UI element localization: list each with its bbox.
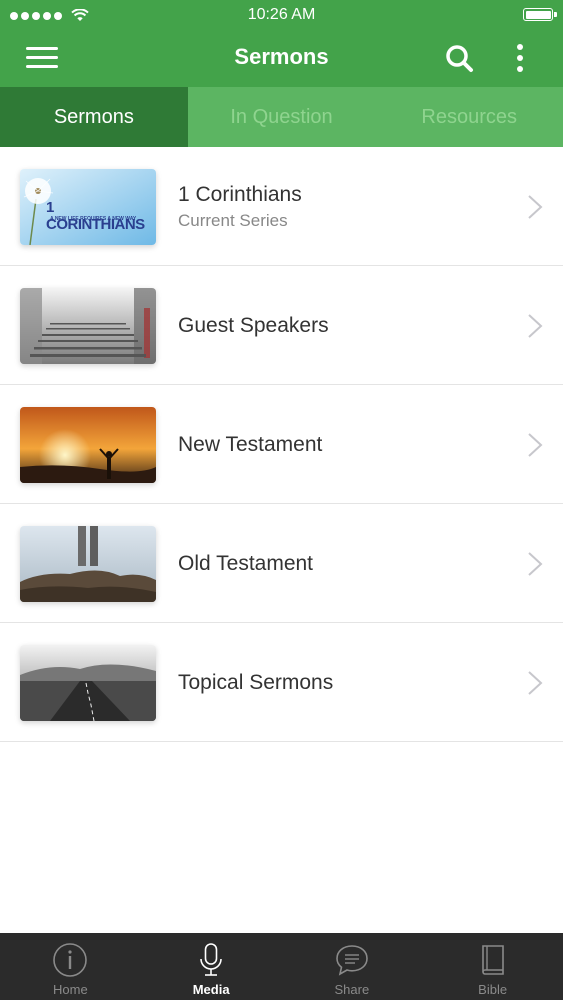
series-title: Guest Speakers: [178, 313, 329, 337]
stairs-thumbnail: [20, 288, 156, 364]
book-icon: [481, 945, 504, 975]
list-item-guest-speakers[interactable]: Guest Speakers: [0, 266, 563, 385]
nav-share[interactable]: Share: [282, 933, 423, 1000]
sermon-series-list: 1 CORINTHIANS A NEW LIFE REQUIRES A NEW …: [0, 147, 563, 742]
chevron-right-icon: [528, 552, 543, 576]
search-icon[interactable]: [444, 43, 476, 75]
tab-sermons[interactable]: Sermons: [0, 87, 188, 147]
rocks-thumbnail: [20, 526, 156, 602]
list-item-new-testament[interactable]: New Testament: [0, 385, 563, 504]
nav-bible-label: Bible: [478, 982, 508, 997]
nav-home-label: Home: [53, 982, 88, 997]
app-header: Sermons: [0, 30, 563, 87]
nav-bible[interactable]: Bible: [422, 933, 563, 1000]
status-time: 10:26 AM: [247, 6, 316, 23]
road-thumbnail: [20, 645, 156, 721]
bottom-tab-bar: Home Media Share Bible: [0, 933, 563, 1000]
microphone-icon: [200, 943, 222, 976]
series-subtitle: Current Series: [178, 210, 288, 230]
tab-in-question[interactable]: In Question: [188, 87, 376, 147]
chevron-right-icon: [528, 671, 543, 695]
section-tabs: Sermons In Question Resources: [0, 87, 563, 147]
battery-icon: [523, 8, 557, 21]
series-title: 1 Corinthians: [178, 182, 302, 206]
series-title: Old Testament: [178, 551, 314, 575]
series-title: New Testament: [178, 432, 323, 456]
dandelion-thumbnail: 1 CORINTHIANS A NEW LIFE REQUIRES A NEW …: [20, 169, 156, 245]
list-item-topical-sermons[interactable]: Topical Sermons: [0, 623, 563, 742]
chevron-right-icon: [528, 433, 543, 457]
nav-media[interactable]: Media: [141, 933, 282, 1000]
more-options-icon[interactable]: [508, 43, 532, 75]
nav-home[interactable]: Home: [0, 933, 141, 1000]
list-item-old-testament[interactable]: Old Testament: [0, 504, 563, 623]
tab-resources[interactable]: Resources: [375, 87, 563, 147]
status-bar: 10:26 AM: [0, 0, 563, 30]
chat-bubble-icon: [336, 945, 368, 976]
list-item-1-corinthians[interactable]: 1 CORINTHIANS A NEW LIFE REQUIRES A NEW …: [0, 147, 563, 266]
chevron-right-icon: [528, 195, 543, 219]
info-icon: [53, 943, 88, 977]
nav-media-label: Media: [192, 982, 230, 997]
sunset-thumbnail: [20, 407, 156, 483]
chevron-right-icon: [528, 314, 543, 338]
series-title: Topical Sermons: [178, 670, 334, 694]
page-title: Sermons: [234, 44, 329, 69]
thumb-tagline: A NEW LIFE REQUIRES A NEW WAY: [50, 216, 137, 222]
nav-share-label: Share: [334, 982, 370, 997]
